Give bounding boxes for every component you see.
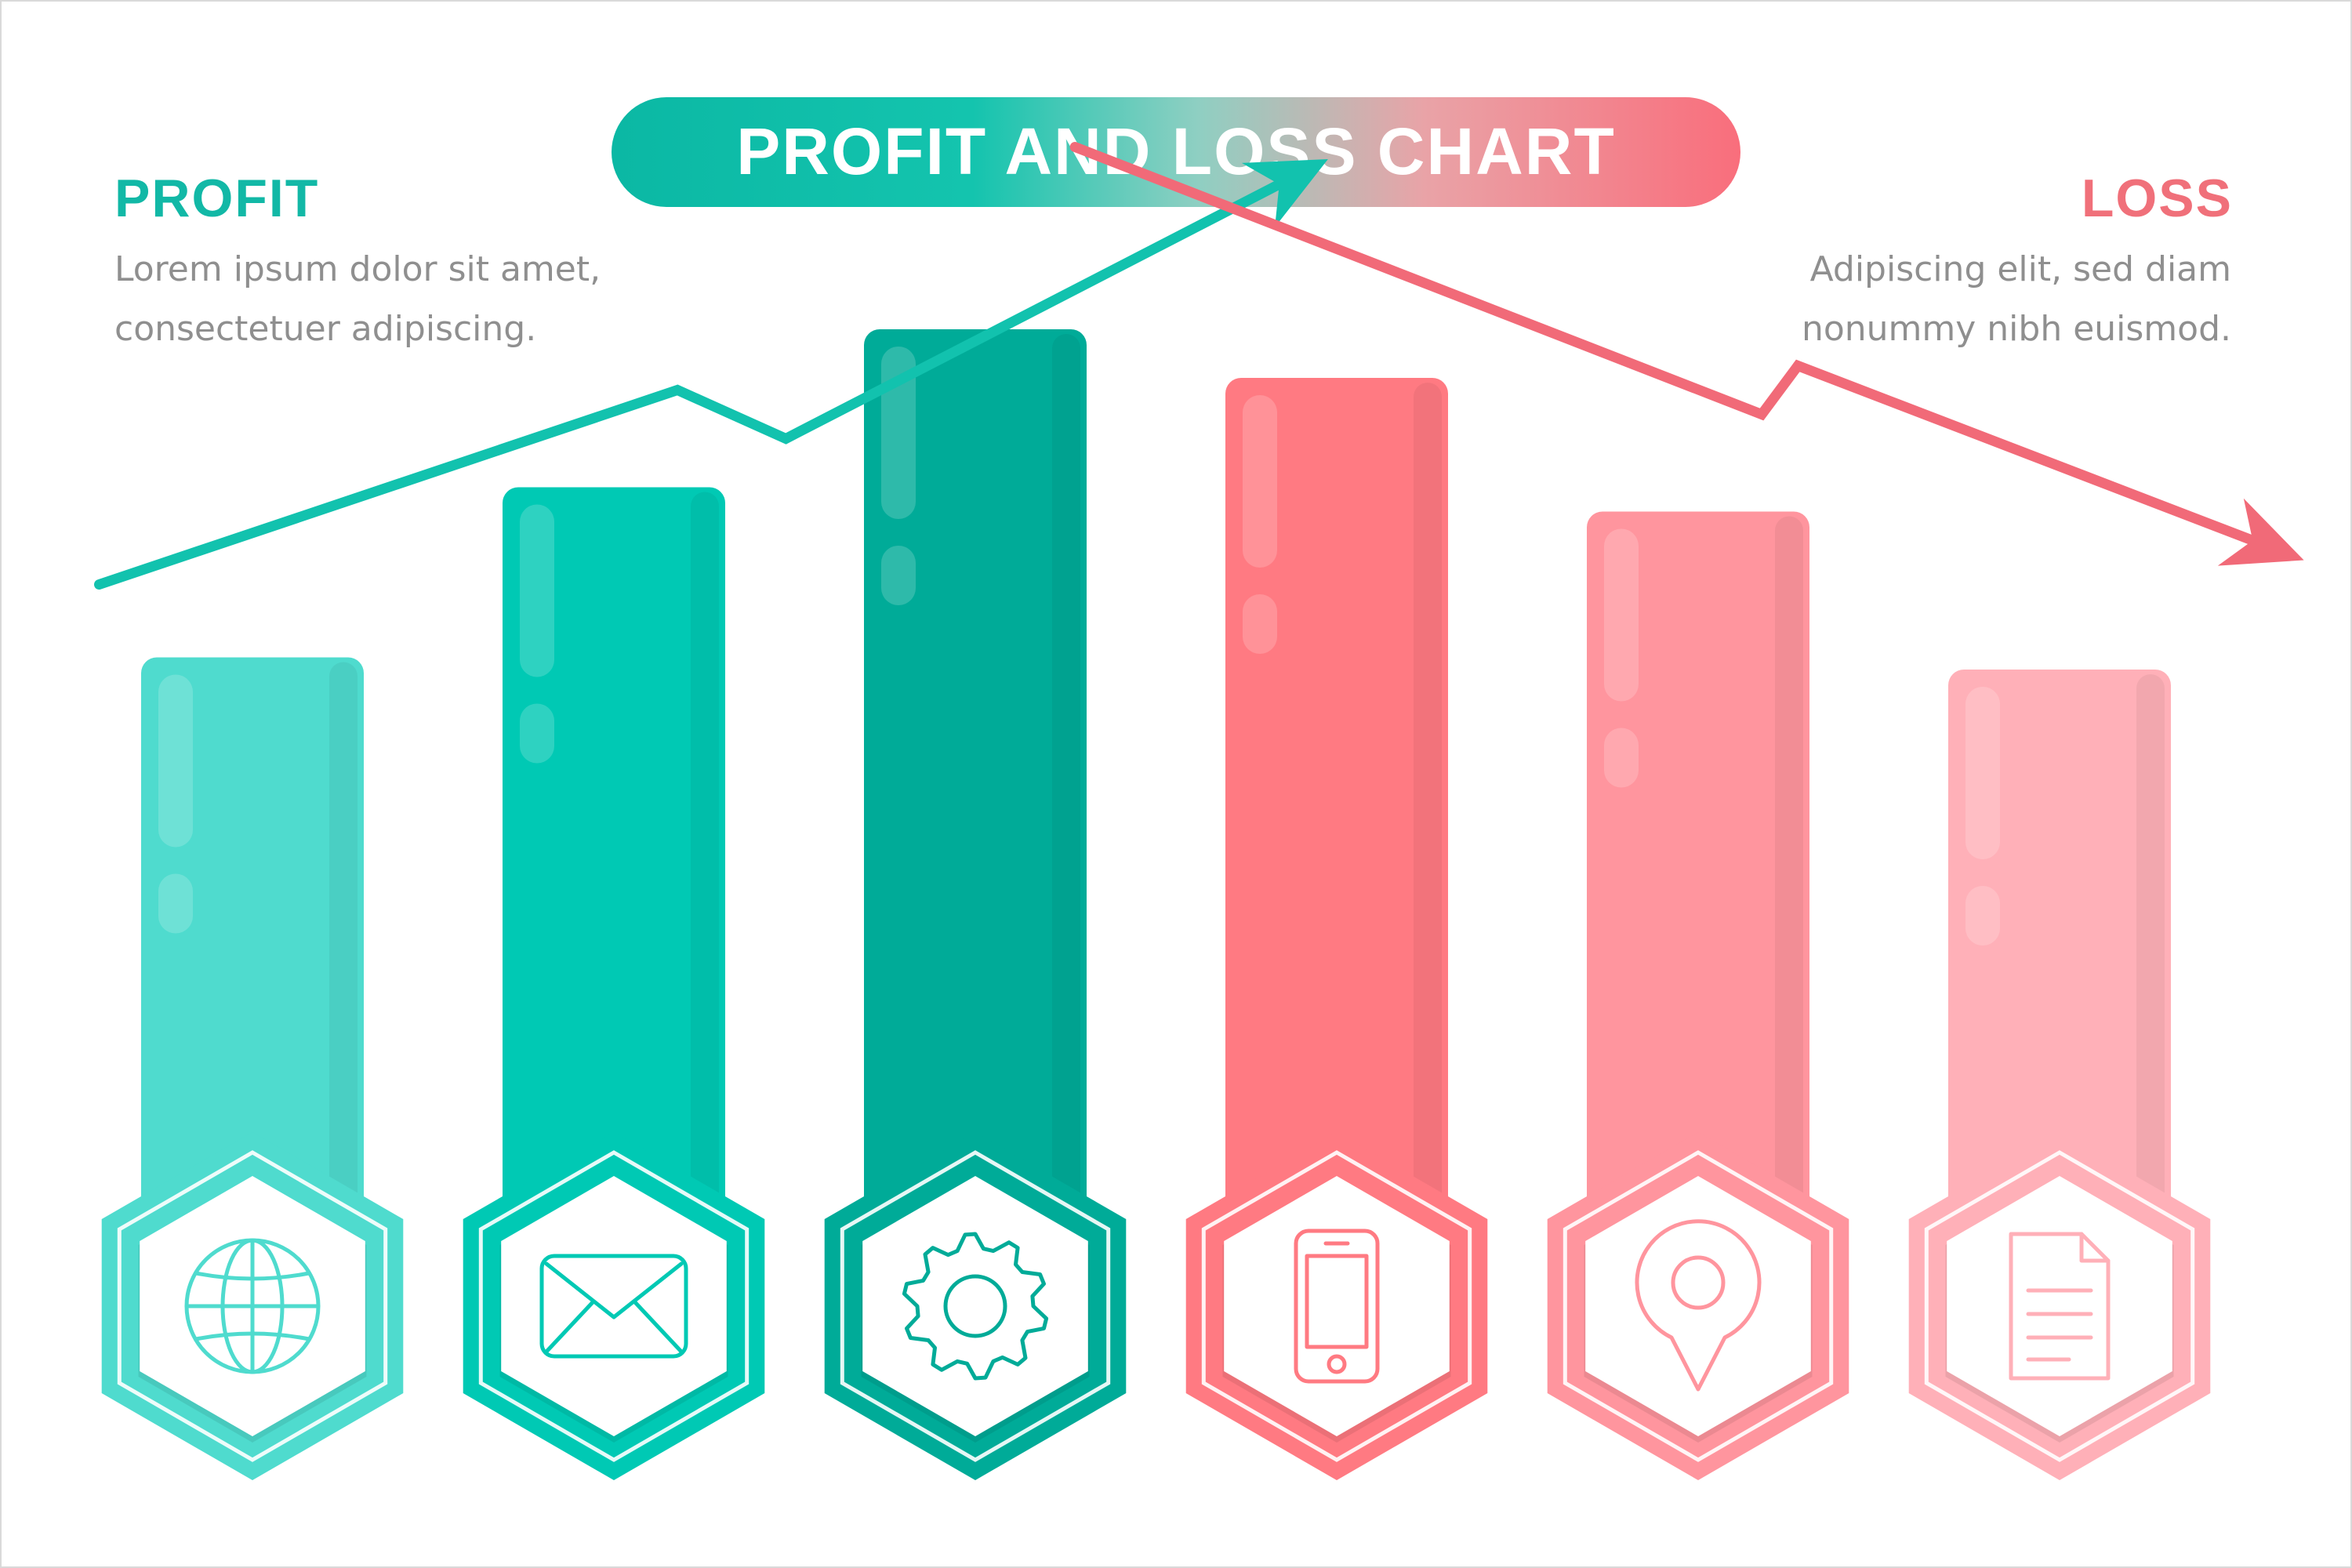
bar-gloss	[1604, 528, 1639, 702]
profit-heading: PROFIT	[114, 169, 319, 228]
bar-gloss	[520, 504, 554, 677]
bar-gloss-dot	[881, 546, 916, 605]
globe-icon	[184, 1238, 321, 1374]
bar-1-profit	[101, 657, 404, 1480]
bar-shade	[691, 492, 719, 1275]
loss-line-1: Adipiscing elit, sed diam	[1810, 249, 2231, 289]
bar-gloss-dot	[158, 873, 193, 934]
page-title: PROFIT AND LOSS CHART	[736, 114, 1616, 188]
bar-gloss	[1965, 687, 2000, 859]
profit-loss-chart: PROFIT AND LOSS CHART PROFIT Lorem ipsum…	[94, 97, 2304, 1480]
trend-layer	[94, 142, 2304, 590]
loss-heading: LOSS	[2082, 169, 2233, 228]
bar-gloss	[1243, 395, 1277, 568]
bars-layer	[101, 329, 2211, 1480]
profit-line-2: consectetuer adipiscing.	[114, 309, 536, 349]
bar-gloss-dot	[1604, 728, 1639, 788]
profit-line-1: Lorem ipsum dolor sit amet,	[114, 249, 601, 289]
bar-2-profit	[463, 487, 765, 1480]
bar-shade	[1052, 334, 1080, 1275]
loss-line-2: nonummy nibh euismod.	[1802, 309, 2231, 349]
bar-gloss-dot	[1243, 594, 1277, 654]
bar-gloss-dot	[520, 703, 554, 764]
bar-gloss-dot	[1965, 886, 2000, 946]
bar-5-loss	[1547, 511, 1849, 1480]
bar-shade	[1414, 383, 1442, 1275]
bar-gloss	[158, 674, 193, 848]
bar-4-loss	[1185, 378, 1488, 1480]
profit-caption: PROFIT Lorem ipsum dolor sit amet, conse…	[114, 169, 601, 349]
loss-caption: LOSS Adipiscing elit, sed diam nonummy n…	[1802, 169, 2233, 349]
bar-3-profit	[824, 329, 1127, 1480]
bar-6-loss	[1908, 670, 2211, 1480]
bar-shade	[1775, 516, 1803, 1275]
